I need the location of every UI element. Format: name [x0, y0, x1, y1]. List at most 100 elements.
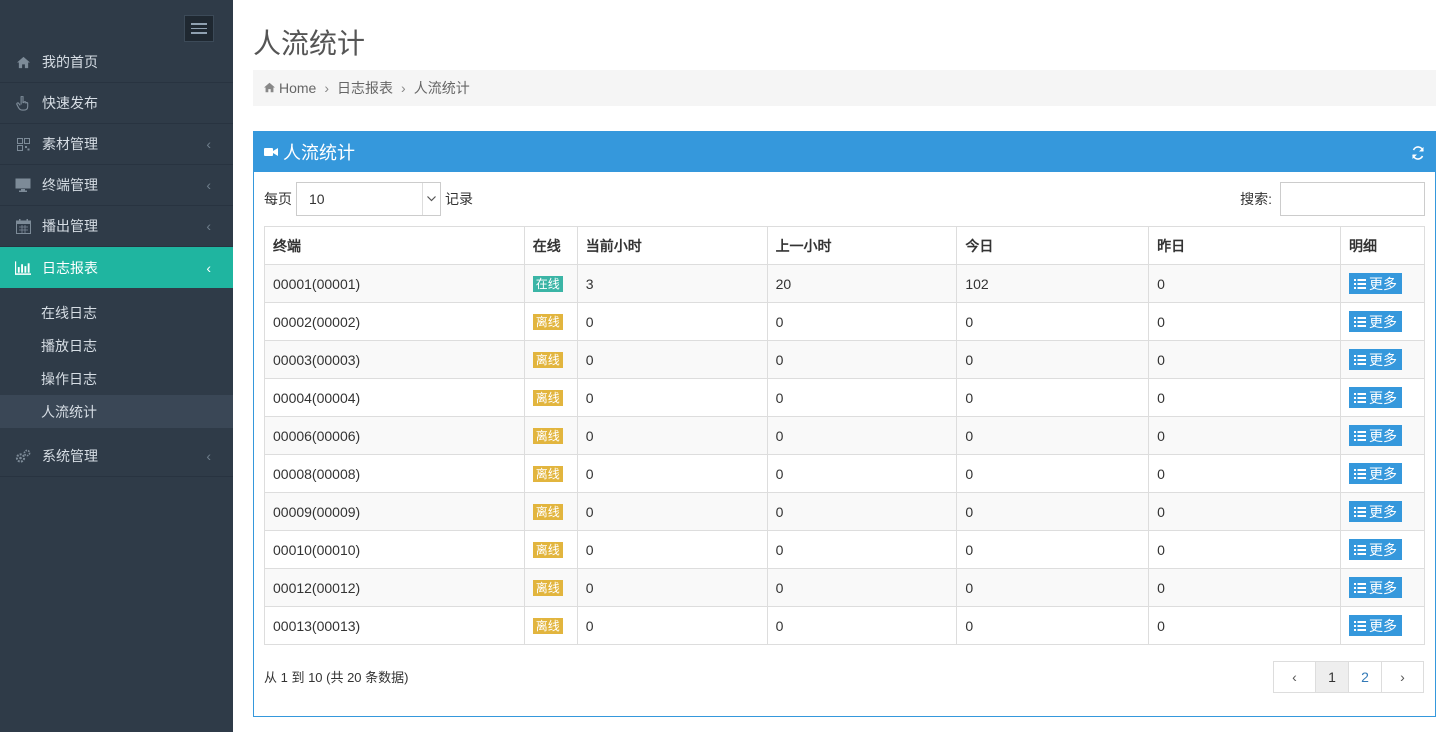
cell-yesterday: 0: [1148, 492, 1341, 531]
table-row: 00002(00002) 离线 0 0 0 0 更多: [264, 302, 1426, 341]
more-button[interactable]: 更多: [1348, 311, 1402, 332]
column-header-yesterday[interactable]: 昨日: [1148, 226, 1341, 265]
table-row: 00013(00013) 离线 0 0 0 0 更多: [264, 606, 1426, 645]
more-button[interactable]: 更多: [1348, 577, 1402, 598]
sidebar-item-log-report[interactable]: 日志报表 ‹: [0, 247, 233, 288]
column-header-terminal[interactable]: 终端: [264, 226, 525, 265]
chevron-left-icon: ‹: [206, 218, 211, 234]
list-icon: [1353, 582, 1369, 593]
cell-last-hour: 0: [766, 302, 958, 341]
sidebar-menu: 我的首页 快速发布 素材管理 ‹ 终端管理 ‹ 播出管理 ‹ 日志报表 ‹ 在线…: [0, 42, 233, 477]
more-button[interactable]: 更多: [1348, 501, 1402, 522]
calendar-icon: [15, 218, 31, 234]
home-icon: [263, 80, 276, 96]
cell-terminal: 00002(00002): [264, 302, 525, 341]
cell-today: 0: [956, 378, 1150, 417]
cell-detail: 更多: [1339, 606, 1426, 645]
more-label: 更多: [1368, 275, 1397, 292]
column-header-current-hour[interactable]: 当前小时: [576, 226, 768, 265]
sidebar-item-label: 系统管理: [42, 448, 98, 464]
more-button[interactable]: 更多: [1348, 349, 1402, 370]
breadcrumb-current: 人流统计: [413, 80, 470, 96]
cell-today: 0: [956, 454, 1150, 493]
page-size-select[interactable]: 10: [296, 182, 441, 216]
cell-detail: 更多: [1339, 568, 1426, 607]
cell-detail: 更多: [1339, 378, 1426, 417]
sidebar-subitem-online-log[interactable]: 在线日志: [0, 296, 233, 329]
next-page-button[interactable]: ›: [1381, 661, 1424, 693]
qrcode-icon: [15, 137, 31, 151]
cell-online: 离线: [523, 378, 578, 417]
cell-last-hour: 0: [766, 454, 958, 493]
more-label: 更多: [1368, 389, 1397, 406]
bar-chart-icon: [15, 260, 31, 275]
cell-terminal: 00013(00013): [264, 606, 525, 645]
more-button[interactable]: 更多: [1348, 463, 1402, 484]
sidebar-item-broadcast[interactable]: 播出管理 ‹: [0, 206, 233, 247]
cell-detail: 更多: [1339, 340, 1426, 379]
cell-terminal: 00009(00009): [264, 492, 525, 531]
pagination-info: 从 1 到 10 (共 20 条数据): [264, 670, 409, 685]
table-row: 00008(00008) 离线 0 0 0 0 更多: [264, 454, 1426, 493]
table-row: 00004(00004) 离线 0 0 0 0 更多: [264, 378, 1426, 417]
sidebar-item-system[interactable]: 系统管理 ‹: [0, 436, 233, 477]
refresh-icon[interactable]: [1411, 144, 1425, 165]
sidebar-item-home[interactable]: 我的首页: [0, 42, 233, 83]
page-button-2[interactable]: 2: [1348, 661, 1382, 693]
list-icon: [1353, 392, 1369, 403]
sidebar-toggle-button[interactable]: [184, 15, 214, 42]
sidebar-subitem-play-log[interactable]: 播放日志: [0, 329, 233, 362]
panel-header: 人流统计: [254, 132, 1435, 172]
chevron-down-icon: [422, 183, 440, 215]
cell-detail: 更多: [1339, 302, 1426, 341]
sidebar-item-quick-publish[interactable]: 快速发布: [0, 83, 233, 124]
cell-terminal: 00010(00010): [264, 530, 525, 569]
cell-last-hour: 0: [766, 378, 958, 417]
more-button[interactable]: 更多: [1348, 615, 1402, 636]
status-badge: 离线: [532, 390, 563, 406]
more-button[interactable]: 更多: [1348, 425, 1402, 446]
list-icon: [1353, 544, 1369, 555]
prev-page-button[interactable]: ‹: [1273, 661, 1316, 693]
page-button-1[interactable]: 1: [1315, 661, 1349, 693]
list-icon: [1353, 506, 1369, 517]
status-badge: 在线: [532, 276, 563, 292]
cogs-icon: [15, 449, 31, 464]
column-header-today[interactable]: 今日: [956, 226, 1150, 265]
sidebar-item-label: 素材管理: [42, 136, 98, 152]
list-icon: [1353, 468, 1369, 479]
cell-terminal: 00006(00006): [264, 416, 525, 455]
cell-current-hour: 0: [576, 302, 768, 341]
search-input[interactable]: [1280, 182, 1425, 216]
sidebar-subitem-people-flow[interactable]: 人流统计: [0, 395, 233, 428]
cell-current-hour: 0: [576, 530, 768, 569]
sidebar-item-material[interactable]: 素材管理 ‹: [0, 124, 233, 165]
cell-last-hour: 20: [766, 264, 958, 303]
column-header-last-hour[interactable]: 上一小时: [766, 226, 958, 265]
more-button[interactable]: 更多: [1348, 273, 1402, 294]
cell-today: 0: [956, 530, 1150, 569]
more-button[interactable]: 更多: [1348, 387, 1402, 408]
cell-online: 离线: [523, 606, 578, 645]
sidebar-item-terminal[interactable]: 终端管理 ‹: [0, 165, 233, 206]
more-button[interactable]: 更多: [1348, 539, 1402, 560]
cell-online: 离线: [523, 492, 578, 531]
cell-online: 在线: [523, 264, 578, 303]
cell-online: 离线: [523, 568, 578, 607]
sidebar-subitem-operation-log[interactable]: 操作日志: [0, 362, 233, 395]
column-header-online[interactable]: 在线: [523, 226, 578, 265]
cell-terminal: 00004(00004): [264, 378, 525, 417]
cell-yesterday: 0: [1148, 302, 1341, 341]
pagination: ‹ 1 2 ›: [1273, 661, 1424, 693]
table-header-row: 终端 在线 当前小时 上一小时 今日 昨日 明细: [264, 226, 1426, 265]
cell-today: 0: [956, 416, 1150, 455]
column-header-detail: 明细: [1339, 226, 1426, 265]
breadcrumb-log-report[interactable]: 日志报表: [337, 78, 393, 98]
table-row: 00009(00009) 离线 0 0 0 0 更多: [264, 492, 1426, 531]
cell-terminal: 00001(00001): [264, 264, 525, 303]
cell-today: 0: [956, 340, 1150, 379]
cell-last-hour: 0: [766, 492, 958, 531]
cell-yesterday: 0: [1148, 530, 1341, 569]
breadcrumb-home[interactable]: Home: [279, 80, 316, 96]
cell-online: 离线: [523, 416, 578, 455]
